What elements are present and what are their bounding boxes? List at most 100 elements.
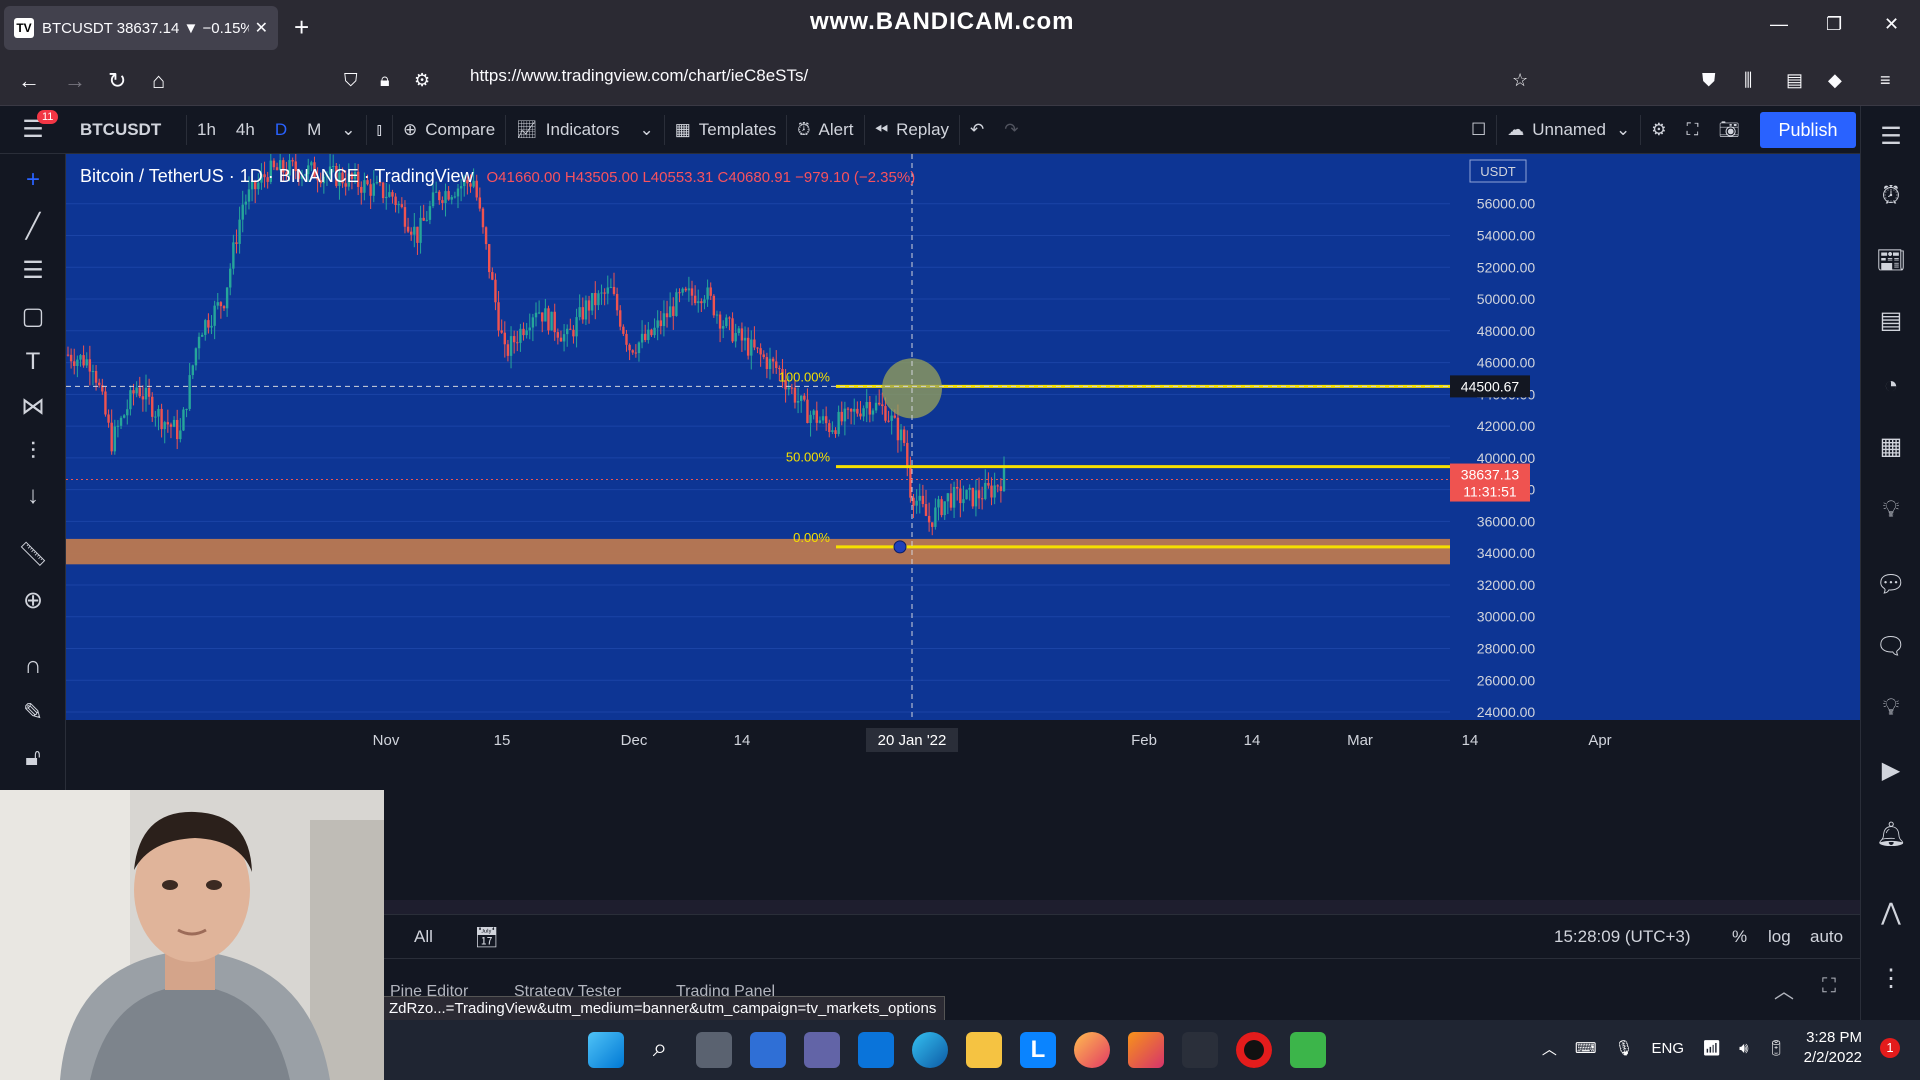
microphone-icon[interactable]: 🎙︎ bbox=[1615, 1039, 1634, 1057]
restore-icon[interactable]: ❐ bbox=[1826, 14, 1842, 35]
symbol-search-button[interactable]: BTCUSDT bbox=[66, 106, 186, 154]
alert-button[interactable]: ⏰︎ Alert bbox=[787, 106, 863, 154]
redo-icon[interactable]: ↷ bbox=[994, 106, 1028, 154]
lock-drawings-icon[interactable]: 🔓︎ bbox=[0, 744, 66, 772]
widgets-icon[interactable] bbox=[750, 1032, 786, 1068]
timezone-clock[interactable]: 15:28:09 (UTC+3) bbox=[1554, 927, 1691, 947]
arrow-down-icon[interactable]: ↓ bbox=[0, 482, 66, 510]
bookmark-star-icon[interactable]: ☆ bbox=[1512, 70, 1528, 91]
auto-scale-button[interactable]: auto bbox=[1810, 927, 1843, 947]
settings-gear-icon[interactable]: ⚙︎ bbox=[1641, 106, 1676, 154]
mail-icon[interactable] bbox=[858, 1032, 894, 1068]
start-windows-icon[interactable] bbox=[588, 1032, 624, 1068]
percent-scale-button[interactable]: % bbox=[1732, 927, 1747, 947]
candle-style-icon[interactable]: ⫾ bbox=[367, 106, 392, 154]
app-icon[interactable] bbox=[1128, 1032, 1164, 1068]
sidebar-icon[interactable]: ▤ bbox=[1786, 70, 1803, 91]
maximize-panel-icon[interactable]: ⛶ bbox=[1822, 975, 1836, 998]
magnet-icon[interactable]: ∩ bbox=[0, 652, 66, 680]
trendline-icon[interactable]: ╱ bbox=[0, 212, 66, 241]
ideas-icon[interactable]: 💡︎ bbox=[1861, 496, 1920, 524]
alerts-clock-icon[interactable]: ⏰︎ bbox=[1861, 182, 1920, 210]
task-view-icon[interactable] bbox=[696, 1032, 732, 1068]
library-icon[interactable]: ⫼ bbox=[1744, 70, 1752, 91]
interval-4h[interactable]: 4h bbox=[226, 106, 265, 154]
volume-icon[interactable]: 🔊︎ bbox=[1739, 1040, 1748, 1057]
data-window-icon[interactable]: ▤ bbox=[1861, 306, 1920, 335]
show-hidden-icons-icon[interactable]: ︿ bbox=[1542, 1038, 1557, 1059]
main-menu-button[interactable]: ☰ 11 bbox=[0, 106, 66, 154]
chart-pane[interactable]: 100.00% 50.00% 0.00% USDT 56000.00 54000.00 5… bbox=[66, 154, 1860, 900]
notifications-bell-icon[interactable]: 🔔︎ bbox=[1861, 820, 1920, 849]
minimize-icon[interactable]: — bbox=[1770, 14, 1788, 35]
taskbar-clock[interactable]: 3:28 PM 2/2/2022 bbox=[1804, 1028, 1862, 1068]
language-indicator[interactable]: ENG bbox=[1652, 1040, 1685, 1057]
news-icon[interactable]: 📰︎ bbox=[1861, 246, 1920, 275]
text-tool-icon[interactable]: T bbox=[0, 348, 66, 376]
ruler-icon[interactable]: 📏︎ bbox=[0, 540, 66, 569]
zoom-icon[interactable]: ⊕ bbox=[0, 586, 66, 615]
hotlist-icon[interactable]: ◔ bbox=[1861, 372, 1920, 400]
camtasia-icon[interactable] bbox=[1290, 1032, 1326, 1068]
trading-icon[interactable]: ⋀ bbox=[1861, 898, 1920, 927]
layout-square-icon[interactable]: ☐ bbox=[1461, 106, 1496, 154]
edge-browser-icon[interactable] bbox=[912, 1032, 948, 1068]
teams-chat-icon[interactable] bbox=[804, 1032, 840, 1068]
close-window-icon[interactable]: ✕ bbox=[1884, 14, 1899, 35]
publish-button[interactable]: Publish bbox=[1760, 112, 1856, 148]
compare-button[interactable]: ⊕ Compare bbox=[393, 106, 505, 154]
file-explorer-icon[interactable] bbox=[966, 1032, 1002, 1068]
live-icon[interactable]: ▶︎ bbox=[1861, 756, 1920, 785]
url-field[interactable]: https://www.tradingview.com/chart/ieC8eS… bbox=[470, 66, 808, 86]
terminal-app-icon[interactable] bbox=[1182, 1032, 1218, 1068]
chats-icon[interactable]: 💬︎ bbox=[1861, 570, 1920, 599]
date-range-icon[interactable]: 📅︎ bbox=[474, 925, 499, 950]
more-widgets-icon[interactable]: ⋮ bbox=[1861, 964, 1920, 993]
range-all-button[interactable]: All bbox=[414, 927, 433, 947]
close-tab-icon[interactable]: ✕ bbox=[255, 18, 268, 38]
back-icon[interactable]: ← bbox=[18, 68, 40, 94]
bandicam-record-icon[interactable] bbox=[1236, 1032, 1272, 1068]
lightshot-icon[interactable]: L bbox=[1020, 1032, 1056, 1068]
firefox-icon[interactable] bbox=[1074, 1032, 1110, 1068]
messages-icon[interactable]: 🗨︎ bbox=[1861, 632, 1920, 661]
prediction-tool-icon[interactable]: ⫶ bbox=[0, 438, 66, 466]
streams-icon[interactable]: 💡︎ bbox=[1861, 694, 1920, 722]
pocket-icon[interactable]: ⛊ bbox=[1702, 70, 1716, 91]
indicators-button[interactable]: 📈︎ Indicators bbox=[506, 106, 629, 154]
watchlist-icon[interactable]: ☰ bbox=[1861, 122, 1920, 151]
indicators-chevron-icon[interactable]: ⌄ bbox=[629, 106, 663, 154]
fib-tool-icon[interactable]: ☰ bbox=[0, 256, 66, 285]
calendar-icon[interactable]: ▦ bbox=[1861, 432, 1920, 461]
shape-rectangle-icon[interactable]: ▢ bbox=[0, 302, 66, 331]
keyboard-icon[interactable]: ⌨︎ bbox=[1575, 1039, 1597, 1057]
undo-icon[interactable]: ↶ bbox=[960, 106, 994, 154]
price-chart[interactable]: 100.00% 50.00% 0.00% USDT 56000.00 54000.00 5… bbox=[66, 154, 1860, 900]
chevron-down-icon[interactable]: ⌄ bbox=[331, 106, 365, 154]
templates-button[interactable]: ▦ Templates bbox=[665, 106, 787, 154]
log-scale-button[interactable]: log bbox=[1768, 927, 1791, 947]
new-tab-icon[interactable]: + bbox=[294, 14, 309, 40]
reload-icon[interactable]: ↻ bbox=[108, 68, 126, 94]
wifi-icon[interactable]: 📶︎ bbox=[1702, 1039, 1721, 1057]
camera-icon[interactable]: 📷︎ bbox=[1708, 106, 1750, 154]
app-menu-icon[interactable]: ≡ bbox=[1880, 70, 1891, 91]
pattern-tool-icon[interactable]: ⋈ bbox=[0, 392, 66, 421]
interval-1h[interactable]: 1h bbox=[187, 106, 226, 154]
fullscreen-icon[interactable]: ⛶ bbox=[1677, 106, 1709, 154]
forward-icon[interactable]: → bbox=[64, 68, 86, 94]
home-icon[interactable]: ⌂ bbox=[152, 68, 165, 94]
notification-dot-icon[interactable]: 1 bbox=[1880, 1038, 1900, 1058]
lock-icon[interactable]: 🔒︎ bbox=[380, 70, 390, 91]
extension-icon[interactable]: ◆ bbox=[1828, 70, 1842, 91]
collapse-panel-icon[interactable]: ︿ bbox=[1774, 975, 1794, 1004]
layout-name-button[interactable]: ☁︎ Unnamed ⌄ bbox=[1497, 106, 1640, 154]
shield-icon[interactable]: ⛉ bbox=[344, 70, 358, 91]
browser-tab[interactable]: TV BTCUSDT 38637.14 ▼ −0.15% U ✕ bbox=[4, 6, 278, 50]
interval-m[interactable]: M bbox=[297, 106, 331, 154]
interval-d[interactable]: D bbox=[265, 106, 297, 154]
battery-icon[interactable]: 🔋︎ bbox=[1767, 1039, 1786, 1057]
replay-button[interactable]: ⏪︎ Replay bbox=[865, 106, 960, 154]
permissions-icon[interactable]: ⚙︎ bbox=[414, 70, 430, 91]
search-icon[interactable]: ⌕ bbox=[642, 1032, 678, 1068]
